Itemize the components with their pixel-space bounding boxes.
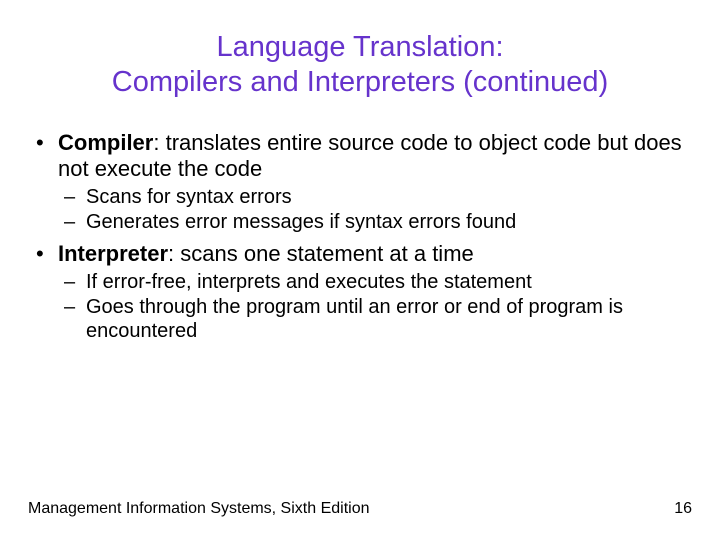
bullet-term: Interpreter	[58, 241, 168, 266]
bullet-term: Compiler	[58, 130, 153, 155]
sub-item: If error-free, interprets and executes t…	[58, 271, 690, 295]
bullet-item: Compiler: translates entire source code …	[30, 130, 690, 235]
footer-left: Management Information Systems, Sixth Ed…	[28, 500, 370, 518]
title-line-2: Compilers and Interpreters (continued)	[112, 66, 608, 98]
slide-body: Compiler: translates entire source code …	[0, 100, 720, 344]
sub-item: Scans for syntax errors	[58, 186, 690, 210]
bullet-item: Interpreter: scans one statement at a ti…	[30, 241, 690, 344]
title-line-1: Language Translation:	[217, 31, 504, 63]
slide-title: Language Translation: Compilers and Inte…	[0, 0, 720, 100]
bullet-list: Compiler: translates entire source code …	[30, 130, 690, 344]
slide: Language Translation: Compilers and Inte…	[0, 0, 720, 540]
bullet-text: : scans one statement at a time	[168, 241, 474, 266]
page-number: 16	[674, 500, 692, 518]
sub-item: Goes through the program until an error …	[58, 296, 690, 343]
sub-list: If error-free, interprets and executes t…	[58, 271, 690, 344]
sub-item: Generates error messages if syntax error…	[58, 211, 690, 235]
sub-list: Scans for syntax errors Generates error …	[58, 186, 690, 235]
